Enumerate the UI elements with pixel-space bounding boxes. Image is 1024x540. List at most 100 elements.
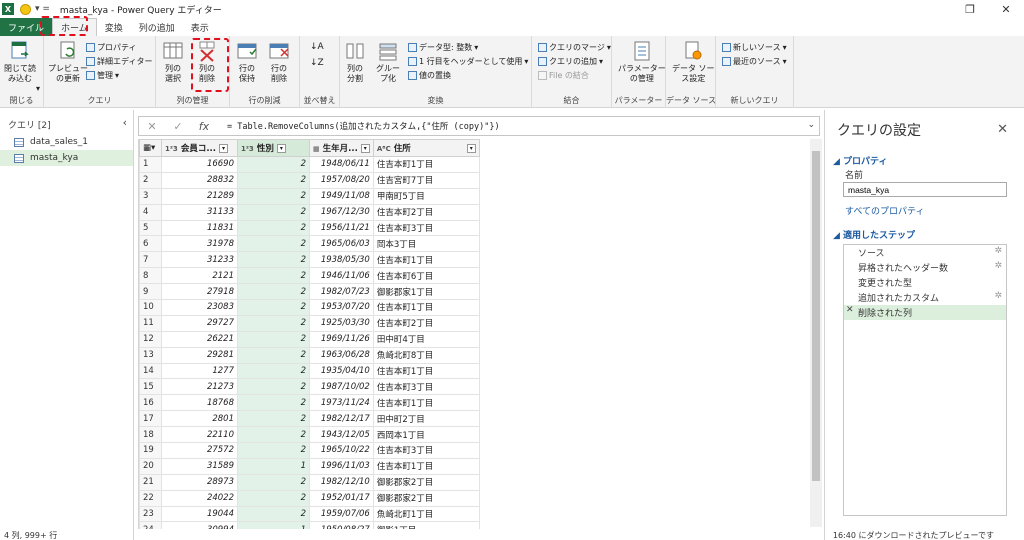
member-code-cell[interactable]: 19044 bbox=[161, 505, 238, 523]
member-code-cell[interactable]: 30994 bbox=[161, 521, 238, 529]
gender-cell[interactable]: 2 bbox=[237, 394, 310, 412]
type-icon[interactable]: AᴮC bbox=[377, 145, 391, 153]
row-number[interactable]: 14 bbox=[139, 362, 162, 380]
step-item[interactable]: 追加されたカスタム ✲ bbox=[844, 290, 1006, 305]
row-number[interactable]: 17 bbox=[139, 410, 162, 428]
data-source-settings-button[interactable]: データ ソー ス設定 bbox=[672, 40, 715, 84]
address-cell[interactable]: 住吉宮町7丁目 bbox=[372, 171, 480, 189]
step-item[interactable]: ソース ✲ bbox=[844, 245, 1006, 260]
member-code-cell[interactable]: 27918 bbox=[161, 283, 238, 301]
member-code-cell[interactable]: 28973 bbox=[161, 473, 238, 491]
table-row[interactable]: 12 26221 2 1969/11/26 田中町4丁目 bbox=[139, 330, 480, 348]
collapse-pane-icon[interactable]: ‹ bbox=[123, 116, 127, 129]
gender-cell[interactable]: 2 bbox=[237, 251, 310, 269]
row-number[interactable]: 13 bbox=[139, 346, 162, 364]
append-queries-button[interactable]: クエリの追加 ▾ bbox=[538, 56, 603, 67]
row-number[interactable]: 4 bbox=[139, 203, 162, 221]
birthdate-cell[interactable]: 1959/07/06 bbox=[309, 505, 374, 523]
member-code-cell[interactable]: 1277 bbox=[161, 362, 238, 380]
formula-input[interactable]: = Table.RemoveColumns(追加されたカスタム,{"住所 (co… bbox=[227, 120, 500, 132]
address-cell[interactable]: 住吉本町2丁目 bbox=[372, 314, 480, 332]
member-code-cell[interactable]: 16690 bbox=[161, 156, 238, 173]
column-header[interactable]: ▦ 生年月... ▾ bbox=[309, 139, 374, 157]
scrollbar-thumb[interactable] bbox=[812, 151, 820, 481]
gender-cell[interactable]: 2 bbox=[237, 489, 310, 507]
filter-dropdown-icon[interactable]: ▾ bbox=[360, 144, 370, 153]
refresh-preview-button[interactable]: プレビュー の更新 bbox=[48, 40, 88, 84]
choose-columns-button[interactable]: 列の 選択 bbox=[162, 40, 184, 84]
member-code-cell[interactable]: 26221 bbox=[161, 330, 238, 348]
birthdate-cell[interactable]: 1935/04/10 bbox=[309, 362, 374, 380]
gear-icon[interactable]: ✲ bbox=[994, 291, 1002, 301]
type-icon[interactable]: 1²3 bbox=[241, 145, 254, 153]
address-cell[interactable]: 住吉本町1丁目 bbox=[372, 156, 480, 173]
step-item[interactable]: 変更された型 bbox=[844, 275, 1006, 290]
all-properties-link[interactable]: すべてのプロパティ bbox=[845, 204, 924, 217]
address-cell[interactable]: 田中町2丁目 bbox=[372, 410, 480, 428]
combine-files-button[interactable]: File の結合 bbox=[538, 70, 589, 81]
member-code-cell[interactable]: 29281 bbox=[161, 346, 238, 364]
birthdate-cell[interactable]: 1982/12/10 bbox=[309, 473, 374, 491]
birthdate-cell[interactable]: 1925/03/30 bbox=[309, 314, 374, 332]
row-number[interactable]: 9 bbox=[139, 283, 162, 301]
sort-ascending-icon[interactable]: ↓A bbox=[310, 42, 324, 53]
gender-cell[interactable]: 2 bbox=[237, 203, 310, 221]
gender-cell[interactable]: 2 bbox=[237, 505, 310, 523]
gender-cell[interactable]: 2 bbox=[237, 219, 310, 237]
table-row[interactable]: 10 23083 2 1953/07/20 住吉本町1丁目 bbox=[139, 299, 480, 316]
fx-icon[interactable]: fx bbox=[191, 120, 217, 133]
table-row[interactable]: 17 2801 2 1982/12/17 田中町2丁目 bbox=[139, 410, 480, 428]
table-row[interactable]: 243099411950/08/27御影1丁目 bbox=[139, 521, 480, 529]
query-name-input[interactable] bbox=[843, 182, 1007, 197]
birthdate-cell[interactable]: 1957/08/20 bbox=[309, 171, 374, 189]
address-cell[interactable]: 岡本3丁目 bbox=[372, 235, 480, 253]
type-icon[interactable]: 1²3 bbox=[165, 145, 178, 153]
row-number[interactable]: 10 bbox=[139, 299, 162, 316]
table-row[interactable]: 18 22110 2 1943/12/05 西岡本1丁目 bbox=[139, 426, 480, 444]
gender-cell[interactable]: 2 bbox=[237, 235, 310, 253]
table-row[interactable]: 8 2121 2 1946/11/06 住吉本町6丁目 bbox=[139, 267, 480, 285]
address-cell[interactable]: 田中町4丁目 bbox=[372, 330, 480, 348]
column-header[interactable]: AᴮC 住所 ▾ bbox=[372, 139, 480, 157]
gender-cell[interactable]: 2 bbox=[237, 330, 310, 348]
birthdate-cell[interactable]: 1965/06/03 bbox=[309, 235, 374, 253]
row-number[interactable]: 5 bbox=[139, 219, 162, 237]
address-cell[interactable]: 住吉本町1丁目 bbox=[372, 457, 480, 475]
row-number[interactable]: 20 bbox=[139, 457, 162, 475]
tab-view[interactable]: 表示 bbox=[183, 18, 217, 36]
table-row[interactable]: 20 31589 1 1996/11/03 住吉本町1丁目 bbox=[139, 457, 480, 475]
birthdate-cell[interactable]: 1943/12/05 bbox=[309, 426, 374, 444]
close-and-load-button[interactable]: 閉じて読 み込む ▾ bbox=[4, 40, 40, 93]
gender-cell[interactable]: 2 bbox=[237, 314, 310, 332]
address-cell[interactable]: 住吉本町3丁目 bbox=[372, 378, 480, 396]
column-header-selected[interactable]: 1²3 性別 ▾ bbox=[237, 139, 310, 157]
row-number[interactable]: 3 bbox=[139, 187, 162, 205]
table-row[interactable]: 15 21273 2 1987/10/02 住吉本町3丁目 bbox=[139, 378, 480, 396]
tab-add-column[interactable]: 列の追加 bbox=[131, 18, 183, 36]
address-cell[interactable]: 住吉本町1丁目 bbox=[372, 299, 480, 316]
birthdate-cell[interactable]: 1950/08/27 bbox=[309, 521, 374, 529]
table-row[interactable]: 6 31978 2 1965/06/03 岡本3丁目 bbox=[139, 235, 480, 253]
step-item-selected[interactable]: ✕ 削除された列 bbox=[844, 305, 1006, 320]
remove-rows-button[interactable]: 行の 削除 bbox=[268, 40, 290, 84]
advanced-editor-button[interactable]: 詳細エディター bbox=[86, 56, 152, 67]
gear-icon[interactable]: ✲ bbox=[994, 246, 1002, 256]
quick-access-menu[interactable]: ▾ = bbox=[35, 4, 50, 14]
replace-values-button[interactable]: 値の置換 bbox=[408, 70, 451, 81]
gender-cell[interactable]: 2 bbox=[237, 267, 310, 285]
row-number[interactable]: 7 bbox=[139, 251, 162, 269]
row-number[interactable]: 22 bbox=[139, 489, 162, 507]
column-header[interactable]: 1²3 会員コ... ▾ bbox=[161, 139, 238, 157]
table-row[interactable]: 23 19044 2 1959/07/06 魚崎北町1丁目 bbox=[139, 505, 480, 523]
member-code-cell[interactable]: 11831 bbox=[161, 219, 238, 237]
gender-cell[interactable]: 2 bbox=[237, 442, 310, 459]
new-source-button[interactable]: 新しいソース ▾ bbox=[722, 42, 787, 53]
row-number[interactable]: 23 bbox=[139, 505, 162, 523]
row-number[interactable]: 15 bbox=[139, 378, 162, 396]
gender-cell[interactable]: 2 bbox=[237, 362, 310, 380]
row-number[interactable]: 24 bbox=[139, 521, 162, 529]
delete-step-icon[interactable]: ✕ bbox=[846, 305, 854, 315]
gender-cell[interactable]: 2 bbox=[237, 410, 310, 428]
table-row[interactable]: 1 16690 2 1948/06/11 住吉本町1丁目 bbox=[139, 156, 480, 173]
table-row[interactable]: 22 24022 2 1952/01/17 御影郡家2丁目 bbox=[139, 489, 480, 507]
